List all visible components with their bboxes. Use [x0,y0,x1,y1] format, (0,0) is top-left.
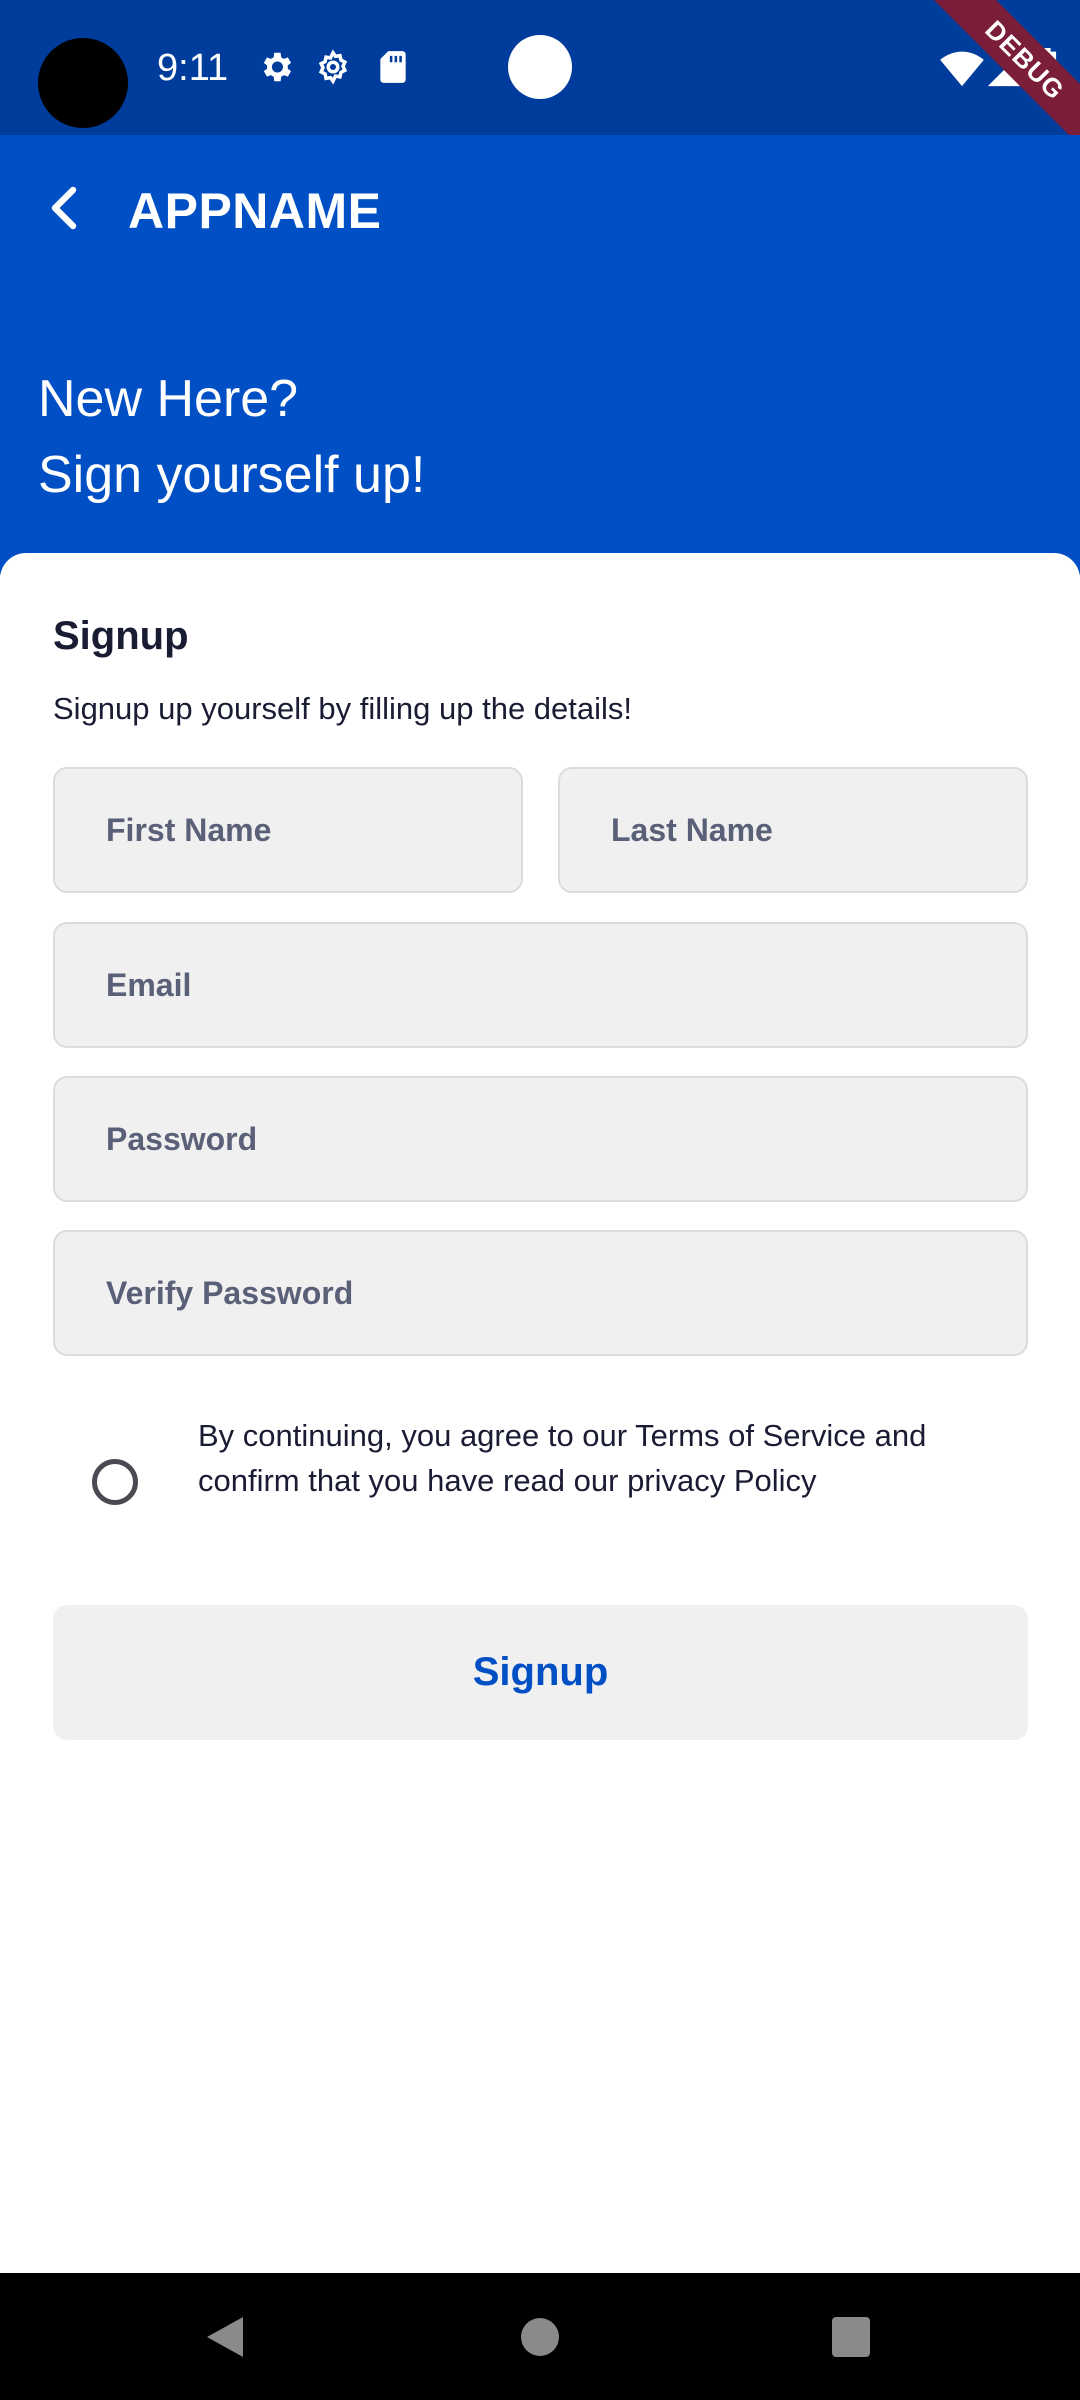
first-name-input[interactable] [106,811,521,849]
hero-subheading: Sign yourself up! [38,446,426,504]
back-button[interactable] [30,175,100,245]
app-title: APPNAME [128,183,382,239]
hero-heading: New Here? [38,370,299,428]
email-field[interactable] [53,922,1028,1048]
wifi-icon [940,48,984,88]
email-input[interactable] [106,966,1026,1004]
last-name-input[interactable] [611,811,1026,849]
gear-icon [257,48,295,86]
signup-card: Signup Signup up yourself by filling up … [0,553,1080,2273]
signup-button[interactable]: Signup [53,1605,1028,1740]
form-title: Signup [53,614,189,658]
chevron-left-icon [45,184,85,237]
nav-bar [0,2273,1080,2400]
password-field[interactable] [53,1076,1028,1202]
terms-text: By continuing, you agree to our Terms of… [198,1418,927,1498]
status-bar: 9:11 DEBUG [0,0,1080,164]
first-name-field[interactable] [53,767,523,893]
terms-radio[interactable] [92,1459,138,1505]
status-time: 9:11 [157,47,229,89]
verify-password-input[interactable] [106,1274,1026,1312]
recents-square-icon[interactable] [830,2313,872,2366]
verify-password-field[interactable] [53,1230,1028,1356]
terms-row: By continuing, you agree to our Terms of… [53,1413,1033,1553]
camera-cutout [38,38,128,128]
form-subtitle: Signup up yourself by filling up the det… [53,691,633,726]
app-header: APPNAME New Here? Sign yourself up! [0,135,1080,575]
last-name-field[interactable] [558,767,1028,893]
home-circle-icon[interactable] [520,2313,560,2366]
sd-card-icon [374,48,412,86]
back-triangle-icon[interactable] [203,2313,247,2366]
notification-dot [508,35,572,99]
password-input[interactable] [106,1120,1026,1158]
signup-screen: 9:11 DEBUG APPNAME New Here? Sign yourse… [0,0,1080,2400]
settings-icon [314,48,352,86]
